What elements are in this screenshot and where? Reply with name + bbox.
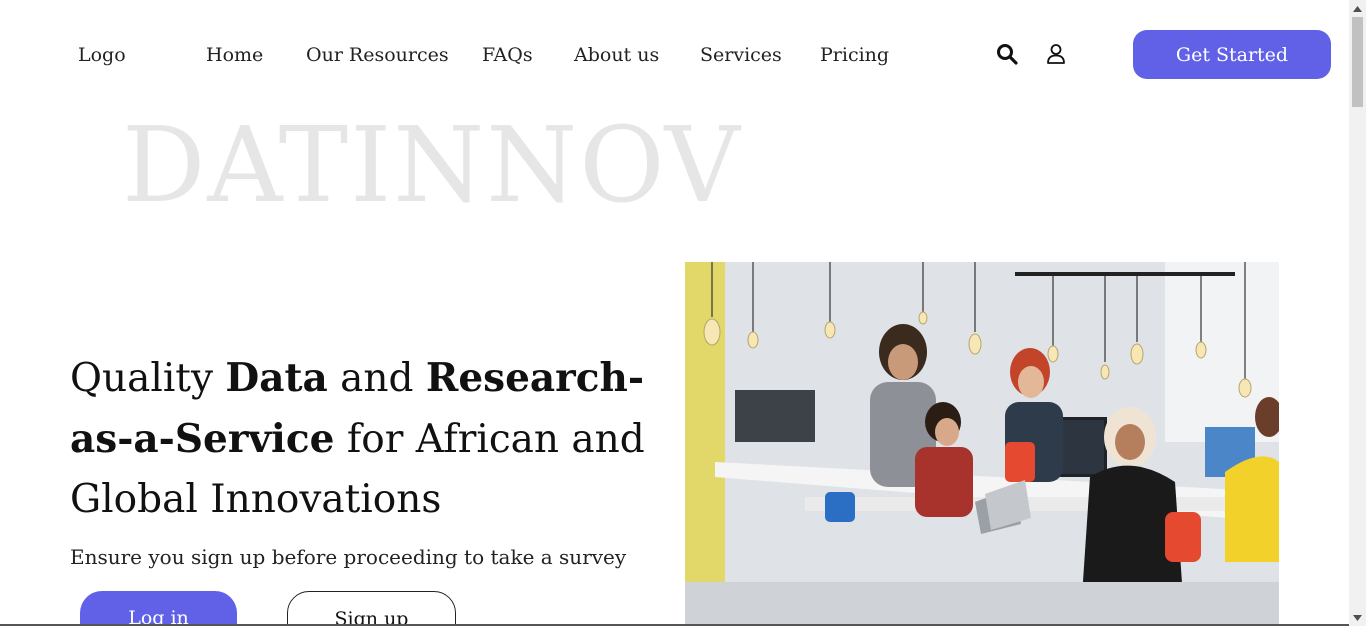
- hero-subtext: Ensure you sign up before proceeding to …: [70, 545, 627, 569]
- office-team-photo: [685, 262, 1279, 626]
- headline-part-bold: Data: [225, 355, 328, 401]
- page-scrollbar[interactable]: [1349, 0, 1366, 626]
- nav-pricing[interactable]: Pricing: [820, 44, 889, 66]
- headline-part: and: [327, 356, 426, 401]
- scroll-up-icon[interactable]: [1349, 0, 1366, 17]
- user-icon[interactable]: [1044, 42, 1068, 66]
- signup-button[interactable]: Sign up: [287, 591, 456, 626]
- nav-faqs[interactable]: FAQs: [482, 44, 533, 66]
- brand-watermark: DATINNOV: [122, 104, 742, 226]
- hero-headline: Quality Data and Research-as-a-Service f…: [70, 348, 660, 530]
- nav-services[interactable]: Services: [700, 44, 782, 66]
- logo[interactable]: Logo: [78, 44, 126, 66]
- landing-page: Logo Home Our Resources FAQs About us Se…: [0, 0, 1366, 626]
- headline-part: Quality: [70, 356, 226, 401]
- get-started-button[interactable]: Get Started: [1133, 30, 1331, 79]
- search-icon[interactable]: [995, 42, 1019, 66]
- login-button[interactable]: Log in: [80, 591, 237, 626]
- scroll-thumb[interactable]: [1352, 17, 1363, 107]
- nav-about-us[interactable]: About us: [574, 44, 659, 66]
- nav-home[interactable]: Home: [206, 44, 263, 66]
- scroll-down-icon[interactable]: [1349, 609, 1366, 626]
- nav-our-resources[interactable]: Our Resources: [306, 44, 449, 66]
